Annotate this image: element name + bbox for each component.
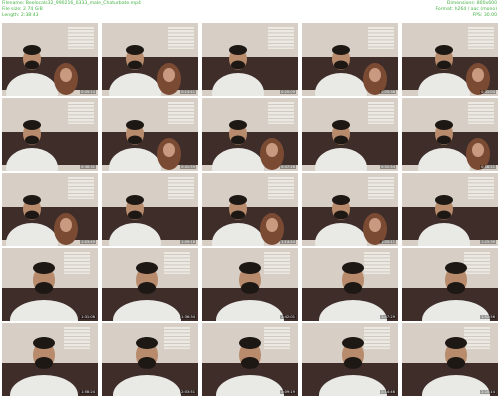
thumbnail-timestamp: 0:58:21 — [480, 165, 496, 169]
thumbnail-timestamp: 1:09:16 — [180, 240, 196, 244]
thumbnail-frame — [102, 98, 198, 171]
thumbnail-frame — [2, 173, 98, 246]
length-text: Length: 2:38:43 — [2, 13, 39, 18]
thumbnail-frame — [2, 323, 98, 396]
thumbnail-frame — [302, 98, 398, 171]
thumbnail-frame — [402, 248, 498, 321]
thumbnail-timestamp: 0:31:04 — [480, 90, 496, 94]
file-info-right: Dimensions: 800x600 Format: h264 / aac (… — [435, 1, 497, 19]
thumbnail-timestamp: 0:52:54 — [380, 165, 396, 169]
video-thumbnail: 1:36:34 — [102, 248, 198, 321]
video-thumbnail: 1:25:39 — [402, 173, 498, 246]
thumbnail-timestamp: 1:52:56 — [480, 315, 496, 319]
file-info-left: Filename: Beelocals32_990216_0333_male_C… — [2, 1, 141, 19]
video-thumbnail: 2:03:51 — [102, 323, 198, 396]
thumbnail-frame — [302, 173, 398, 246]
video-thumbnail: 0:09:14 — [2, 23, 98, 96]
thumbnail-timestamp: 2:20:14 — [480, 390, 496, 394]
video-thumbnail: 1:20:11 — [302, 173, 398, 246]
thumbnail-frame — [402, 23, 498, 96]
video-thumbnail: 1:42:01 — [202, 248, 298, 321]
thumbnail-timestamp: 2:09:19 — [280, 390, 296, 394]
thumbnail-grid: 0:09:14 0:14:41 0:20:09 0:25:36 0:31:04 0:36:… — [2, 23, 498, 396]
thumbnail-timestamp: 1:36:34 — [180, 315, 196, 319]
video-thumbnail: 0:36:31 — [2, 98, 98, 171]
thumbnail-frame — [202, 98, 298, 171]
thumbnail-timestamp: 0:25:36 — [380, 90, 396, 94]
video-thumbnail: 0:14:41 — [102, 23, 198, 96]
thumbnail-frame — [102, 173, 198, 246]
thumbnail-timestamp: 0:20:09 — [280, 90, 296, 94]
video-thumbnail: 0:20:09 — [202, 23, 298, 96]
thumbnail-timestamp: 0:41:59 — [180, 165, 196, 169]
thumbnail-timestamp: 0:36:31 — [80, 165, 96, 169]
thumbnail-frame — [402, 98, 498, 171]
video-thumbnail: 0:25:36 — [302, 23, 398, 96]
video-thumbnail: 1:03:49 — [2, 173, 98, 246]
thumbnail-timestamp: 1:20:11 — [380, 240, 396, 244]
video-thumbnail: 0:41:59 — [102, 98, 198, 171]
video-thumbnail: 1:58:24 — [2, 323, 98, 396]
thumbnail-timestamp: 0:47:26 — [280, 165, 296, 169]
thumbnail-frame — [102, 248, 198, 321]
thumbnail-timestamp: 1:31:06 — [80, 315, 96, 319]
thumbnail-timestamp: 1:47:29 — [380, 315, 396, 319]
video-thumbnail: 0:31:04 — [402, 23, 498, 96]
thumbnail-timestamp: 0:14:41 — [180, 90, 196, 94]
video-thumbnail: 2:09:19 — [202, 323, 298, 396]
thumbnail-frame — [302, 23, 398, 96]
thumbnail-frame — [102, 23, 198, 96]
thumbnail-frame — [202, 248, 298, 321]
video-thumbnail: 0:58:21 — [402, 98, 498, 171]
fps-text: FPS: 30.00 — [472, 13, 498, 18]
thumbnail-timestamp: 1:03:49 — [80, 240, 96, 244]
thumbnail-frame — [202, 23, 298, 96]
thumbnail-timestamp: 0:09:14 — [80, 90, 96, 94]
thumbnail-frame — [2, 248, 98, 321]
video-thumbnail: 2:14:46 — [302, 323, 398, 396]
sheet-header: Filename: Beelocals32_990216_0333_male_C… — [0, 0, 500, 22]
video-thumbnail: 0:47:26 — [202, 98, 298, 171]
thumbnail-frame — [302, 248, 398, 321]
video-thumbnail: 1:09:16 — [102, 173, 198, 246]
video-thumbnail: 1:52:56 — [402, 248, 498, 321]
thumbnail-timestamp: 2:14:46 — [380, 390, 396, 394]
thumbnail-frame — [402, 323, 498, 396]
thumbnail-frame — [202, 323, 298, 396]
thumbnail-frame — [202, 173, 298, 246]
thumbnail-frame — [402, 173, 498, 246]
thumbnail-timestamp: 1:42:01 — [280, 315, 296, 319]
video-thumbnail: 1:31:06 — [2, 248, 98, 321]
thumbnail-frame — [2, 23, 98, 96]
video-thumbnail: 1:47:29 — [302, 248, 398, 321]
thumbnail-timestamp: 1:14:44 — [280, 240, 296, 244]
thumbnail-frame — [2, 98, 98, 171]
thumbnail-frame — [302, 323, 398, 396]
thumbnail-frame — [102, 323, 198, 396]
thumbnail-timestamp: 1:25:39 — [480, 240, 496, 244]
thumbnail-timestamp: 1:58:24 — [80, 390, 96, 394]
video-thumbnail: 0:52:54 — [302, 98, 398, 171]
thumbnail-timestamp: 2:03:51 — [180, 390, 196, 394]
video-thumbnail: 2:20:14 — [402, 323, 498, 396]
video-thumbnail: 1:14:44 — [202, 173, 298, 246]
